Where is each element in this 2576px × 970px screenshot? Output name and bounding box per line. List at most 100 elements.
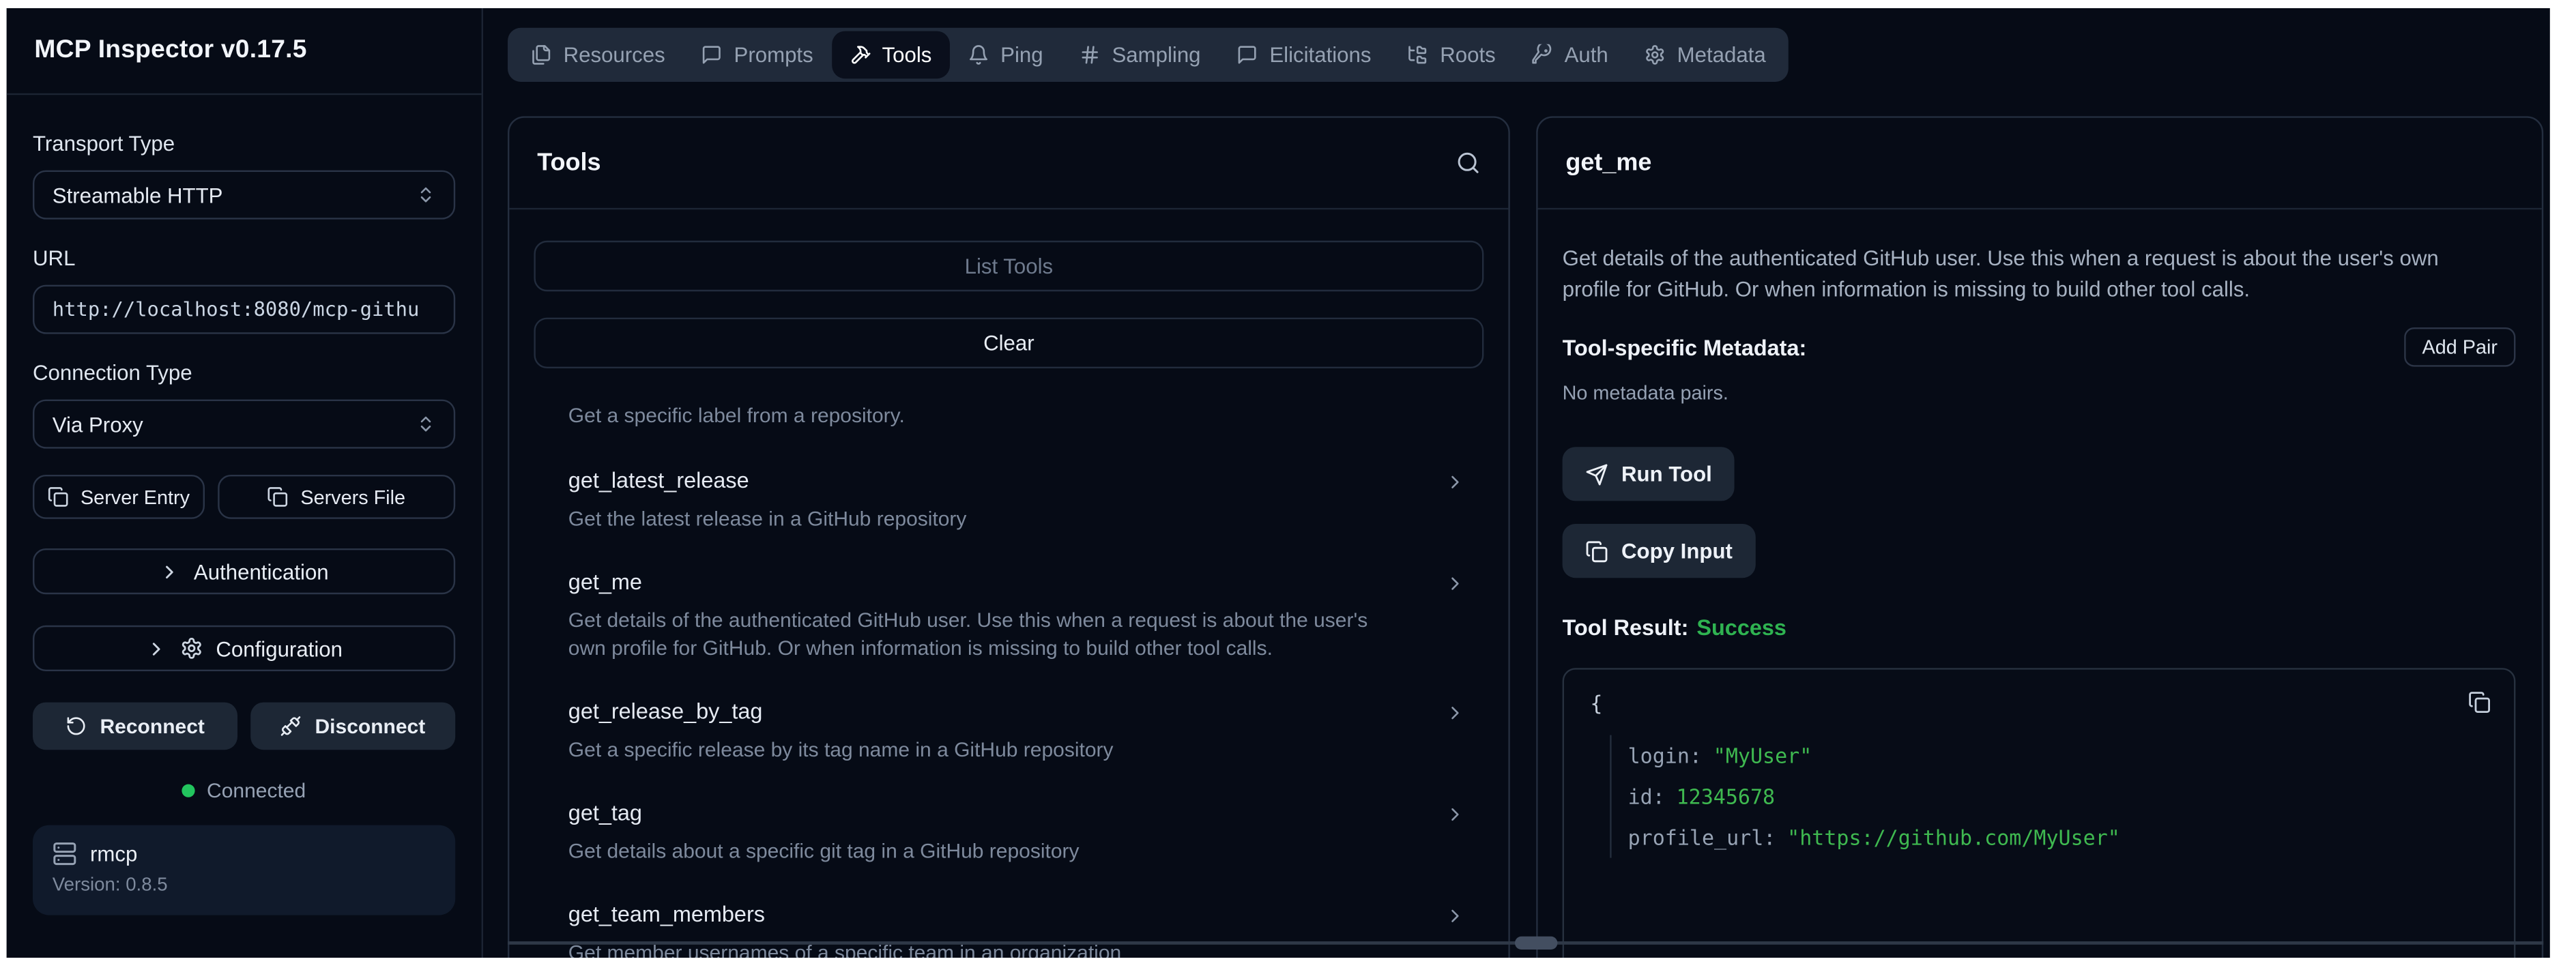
browser-page: MCP Inspector v0.17.5 Transport Type Str…: [0, 0, 2576, 970]
tool-name: get_team_members: [568, 900, 765, 930]
mcp-inspector-app: MCP Inspector v0.17.5 Transport Type Str…: [7, 8, 2550, 958]
chevron-right-icon: [1445, 905, 1466, 926]
authentication-toggle[interactable]: Authentication: [33, 548, 455, 594]
result-json-block: { login:"MyUser" id:12345678 profile_url…: [1563, 668, 2516, 958]
tab-label: Ping: [1000, 42, 1043, 67]
chevron-right-icon: [160, 561, 181, 582]
connection-type-value: Via Proxy: [53, 412, 143, 437]
tool-result-label: Tool Result:: [1563, 615, 1689, 640]
unplug-icon: [280, 716, 302, 737]
tools-panel-title: Tools: [537, 149, 600, 177]
servers-file-label: Servers File: [300, 486, 405, 509]
tool-list-item[interactable]: get_team_members Get member usernames of…: [568, 900, 1466, 958]
servers-file-button[interactable]: Servers File: [218, 475, 455, 519]
tab-label: Tools: [882, 42, 932, 67]
tab-label: Sampling: [1112, 42, 1200, 67]
json-key: profile_url:: [1628, 825, 1776, 850]
tab-tools[interactable]: Tools: [831, 31, 950, 79]
copy-input-label: Copy Input: [1621, 539, 1733, 563]
tool-name: get_latest_release: [568, 467, 749, 496]
tab-roots[interactable]: Roots: [1389, 31, 1514, 79]
detail-panel-header: get_me: [1538, 118, 2542, 209]
chevron-right-icon: [1445, 701, 1466, 722]
metadata-row: Tool-specific Metadata: Add Pair: [1563, 327, 2516, 367]
reconnect-button[interactable]: Reconnect: [33, 703, 237, 750]
tab-label: Resources: [564, 42, 665, 67]
connection-type-label: Connection Type: [33, 360, 455, 385]
tab-label: Roots: [1440, 42, 1496, 67]
copy-icon: [1585, 540, 1608, 563]
tool-name: get_me: [568, 568, 642, 598]
tab-ping[interactable]: Ping: [950, 31, 1061, 79]
tab-sampling[interactable]: Sampling: [1061, 31, 1219, 79]
app-title: MCP Inspector v0.17.5: [7, 8, 482, 95]
server-entry-label: Server Entry: [81, 486, 190, 509]
list-tools-button[interactable]: List Tools: [534, 241, 1484, 291]
server-buttons-row: Server Entry Servers File: [33, 475, 455, 519]
tool-description: Get a specific release by its tag name i…: [568, 737, 1466, 765]
horizontal-scrollbar-handle[interactable]: [1515, 937, 1557, 950]
tab-prompts[interactable]: Prompts: [683, 31, 831, 79]
metadata-label: Tool-specific Metadata:: [1563, 335, 1807, 359]
transport-type-select[interactable]: Streamable HTTP: [33, 171, 455, 220]
disconnect-button[interactable]: Disconnect: [250, 703, 455, 750]
message-square-icon: [701, 44, 723, 65]
server-icon: [53, 842, 77, 866]
files-icon: [531, 44, 552, 65]
server-info-row: rmcp: [53, 842, 436, 866]
hammer-icon: [850, 44, 871, 65]
tab-metadata[interactable]: Metadata: [1626, 31, 1784, 79]
json-open-brace: {: [1590, 691, 2487, 717]
tab-auth[interactable]: Auth: [1514, 31, 1626, 79]
tool-description: Get details of the authenticated GitHub …: [568, 607, 1466, 663]
sidebar: MCP Inspector v0.17.5 Transport Type Str…: [7, 8, 483, 958]
tool-item-row: get_team_members: [568, 900, 1466, 930]
connection-status-text: Connected: [207, 779, 306, 802]
copy-result-icon[interactable]: [2468, 691, 2491, 714]
copy-input-button[interactable]: Copy Input: [1563, 524, 1756, 578]
bell-icon: [968, 44, 989, 65]
connection-type-select[interactable]: Via Proxy: [33, 400, 455, 449]
chevrons-up-down-icon: [416, 185, 436, 205]
tool-list-item[interactable]: get_tag Get details about a specific git…: [568, 799, 1466, 866]
no-metadata-text: No metadata pairs.: [1563, 381, 2516, 405]
main-area: Resources Prompts Tools Ping Sampling: [483, 8, 2550, 958]
authentication-label: Authentication: [194, 559, 329, 584]
tab-resources[interactable]: Resources: [512, 31, 683, 79]
tab-elicitations[interactable]: Elicitations: [1219, 31, 1389, 79]
tool-result-line: Tool Result:Success: [1563, 615, 2516, 640]
tool-list-item[interactable]: get_me Get details of the authenticated …: [568, 568, 1466, 663]
tools-panel-body: List Tools Clear Get a specific label fr…: [509, 209, 1508, 958]
json-field: id:12345678: [1628, 776, 2488, 817]
json-value: "https://github.com/MyUser": [1787, 825, 2120, 850]
send-icon: [1585, 462, 1608, 486]
json-lines: login:"MyUser" id:12345678 profile_url: "…: [1610, 735, 2487, 858]
copy-icon: [48, 486, 69, 508]
add-pair-button[interactable]: Add Pair: [2404, 327, 2515, 367]
detail-panel-body: Get details of the authenticated GitHub …: [1538, 209, 2542, 958]
configuration-toggle[interactable]: Configuration: [33, 626, 455, 671]
run-tool-button[interactable]: Run Tool: [1563, 447, 1735, 501]
reconnect-label: Reconnect: [100, 715, 205, 738]
url-input[interactable]: [33, 285, 455, 334]
tool-description: Get the latest release in a GitHub repos…: [568, 506, 1466, 534]
server-entry-button[interactable]: Server Entry: [33, 475, 205, 519]
connected-dot-icon: [182, 784, 195, 797]
search-icon[interactable]: [1456, 151, 1481, 175]
tab-label: Elicitations: [1269, 42, 1371, 67]
tool-list: Get a specific label from a repository. …: [534, 402, 1484, 958]
json-field: login:"MyUser": [1628, 735, 2488, 776]
clear-button[interactable]: Clear: [534, 318, 1484, 368]
transport-type-label: Transport Type: [33, 131, 455, 156]
tool-list-item[interactable]: get_release_by_tag Get a specific releas…: [568, 697, 1466, 764]
tool-item-row: get_me: [568, 568, 1466, 598]
tool-list-item[interactable]: get_latest_release Get the latest releas…: [568, 467, 1466, 533]
connection-buttons-row: Reconnect Disconnect: [33, 703, 455, 750]
hash-icon: [1079, 44, 1100, 65]
tab-label: Auth: [1565, 42, 1608, 67]
transport-type-value: Streamable HTTP: [53, 183, 223, 207]
json-value: "MyUser": [1713, 744, 1812, 768]
sidebar-body: Transport Type Streamable HTTP URL Conne…: [7, 95, 482, 915]
key-icon: [1532, 44, 1553, 65]
tool-name: get_tag: [568, 799, 642, 828]
